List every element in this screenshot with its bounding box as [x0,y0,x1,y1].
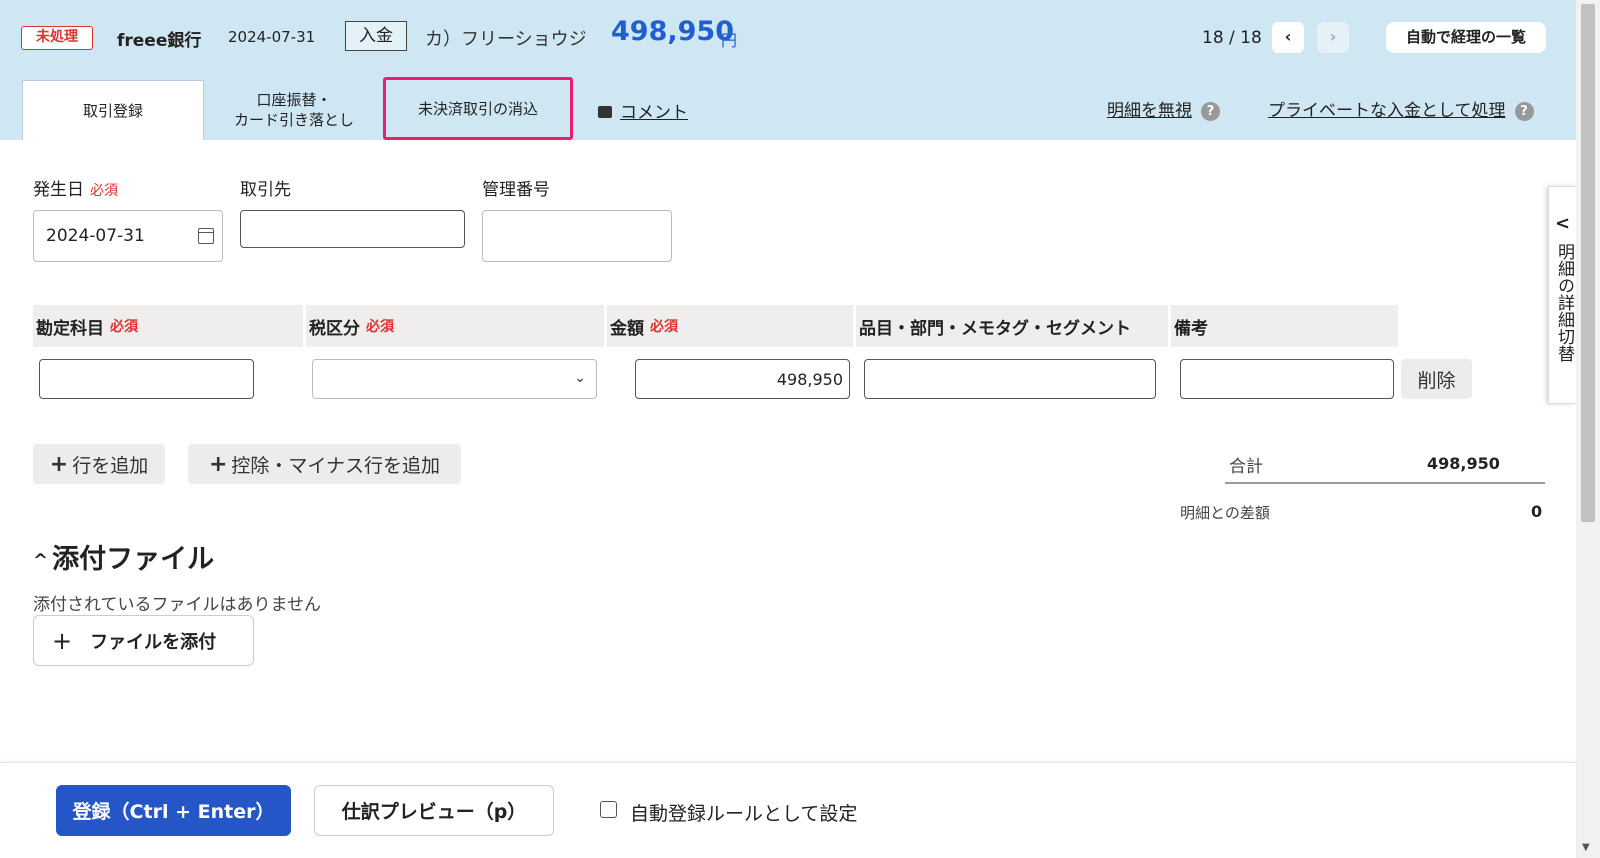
header-tax-text: 税区分 [309,318,360,339]
total-value: 498,950 [1427,454,1500,473]
total-divider [1225,482,1545,484]
payee-name: カ）フリーショウジ [425,29,587,50]
header-tax: 税区分 必須 [306,305,604,347]
required-mark: 必須 [650,319,678,335]
help-icon[interactable]: ? [1201,102,1220,121]
required-mark: 必須 [110,319,138,335]
header-amount-text: 金額 [610,318,644,339]
attachments-toggle[interactable]: ^ 添付ファイル [33,537,214,576]
partner-label: 取引先 [240,180,291,200]
account-input[interactable] [39,359,254,399]
items-input[interactable] [864,359,1156,399]
comment-label: コメント [620,103,688,123]
header-account: 勘定科目 必須 [33,305,303,347]
tab-comment[interactable]: コメント [598,98,688,123]
total-label: 合計 [1229,457,1263,477]
add-minus-row-button[interactable]: + 控除・マイナス行を追加 [188,444,461,484]
auto-list-button[interactable]: 自動で経理の一覧 [1386,22,1546,53]
diff-value: 0 [1531,502,1543,521]
private-deposit-link[interactable]: プライベートな入金として処理? [1268,96,1534,121]
tab-transfer-label-2: カード引き落とし [233,111,354,129]
preview-button[interactable]: 仕訳プレビュー（p） [314,785,554,836]
auto-rule-checkbox[interactable] [600,801,617,818]
comment-icon [598,105,612,118]
tab-transfer[interactable]: 口座振替・ カード引き落とし [205,80,383,140]
scroll-down-icon[interactable]: ▼ [1582,842,1590,853]
submit-button[interactable]: 登録（Ctrl + Enter） [56,785,291,836]
mgmt-number-input[interactable] [482,210,672,262]
caret-up-icon: ^ [33,550,49,571]
transaction-date: 2024-07-31 [228,28,316,46]
currency-label: 円 [721,31,738,50]
partner-input[interactable] [240,210,465,248]
prev-button[interactable]: ‹ [1272,22,1304,53]
header-note: 備考 [1171,305,1398,347]
date-label: 発生日 必須 [33,175,118,200]
amount-input[interactable]: 498,950 [635,359,850,399]
attachments-title: 添付ファイル [52,544,215,575]
add-row-button[interactable]: + 行を追加 [33,444,165,484]
attach-file-label: ファイルを添付 [90,631,217,653]
header-items: 品目・部門・メモタグ・セグメント [856,305,1168,347]
plus-icon: + [208,451,228,477]
scroll-thumb[interactable] [1581,4,1595,522]
calendar-icon[interactable] [198,228,214,244]
chevron-left-icon: < [1555,213,1571,234]
note-input[interactable] [1180,359,1394,399]
chevron-left-icon: ‹ [1284,27,1292,46]
add-minus-row-label: 控除・マイナス行を追加 [231,454,441,477]
deposit-type-badge: 入金 [345,21,407,51]
ignore-link[interactable]: 明細を無視? [1107,96,1220,121]
date-input[interactable]: 2024-07-31 [33,210,223,262]
help-icon[interactable]: ? [1514,102,1534,121]
plus-icon: + [52,626,73,655]
delete-row-button[interactable]: 削除 [1401,359,1472,399]
detail-toggle-label: 明細の詳細切替 [1554,243,1574,362]
private-label: プライベートな入金として処理 [1268,101,1506,121]
attachments-empty-text: 添付されているファイルはありません [33,595,321,615]
ignore-label: 明細を無視 [1107,101,1192,121]
tab-register[interactable]: 取引登録 [22,80,204,140]
tax-select[interactable]: ⌄ [312,359,597,399]
action-footer: 登録（Ctrl + Enter） 仕訳プレビュー（p） 自動登録ルールとして設定 [0,762,1576,858]
transaction-amount: 498,950 [611,16,734,47]
chevron-right-icon: › [1329,27,1337,46]
auto-rule-label[interactable]: 自動登録ルールとして設定 [630,799,857,826]
required-mark: 必須 [90,183,118,199]
date-label-text: 発生日 [33,180,84,200]
tab-clear-unsettled[interactable]: 未決済取引の消込 [383,77,573,140]
header-amount: 金額 必須 [607,305,853,347]
header-account-text: 勘定科目 [36,318,104,339]
attach-file-button[interactable]: + ファイルを添付 [33,615,254,666]
transaction-header: 未処理 freee銀行 2024-07-31 入金 カ）フリーショウジ 498,… [0,0,1576,140]
tab-transfer-label-1: 口座振替・ [256,91,332,109]
plus-icon: + [49,451,69,477]
status-badge: 未処理 [21,26,93,50]
bank-name: freee銀行 [117,31,202,51]
next-button[interactable]: › [1317,22,1349,53]
chevron-down-icon: ⌄ [574,370,586,386]
date-value: 2024-07-31 [46,226,145,246]
pager-count: 18 / 18 [1202,28,1262,48]
detail-toggle-panel[interactable]: < 明細の詳細切替 [1548,186,1576,404]
add-row-label: 行を追加 [72,454,149,477]
diff-label: 明細との差額 [1180,504,1270,522]
required-mark: 必須 [366,319,394,335]
mgmt-number-label: 管理番号 [482,180,550,200]
page: 未処理 freee銀行 2024-07-31 入金 カ）フリーショウジ 498,… [0,0,1600,858]
scrollbar[interactable]: ▼ [1576,0,1600,858]
